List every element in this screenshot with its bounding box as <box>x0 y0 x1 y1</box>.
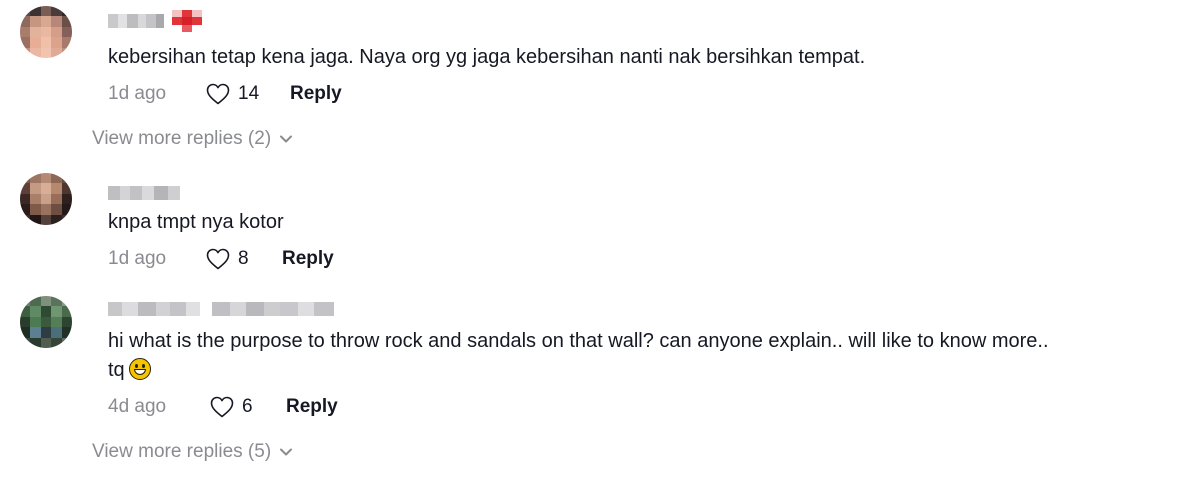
chevron-down-icon <box>280 448 293 456</box>
comment-meta: 1d ago 8 Reply <box>108 246 334 272</box>
avatar[interactable] <box>20 296 72 348</box>
comment-text-continuation: tq <box>108 359 125 381</box>
heart-outline-icon <box>206 248 230 270</box>
like-count: 14 <box>238 83 260 104</box>
country-flag-icon <box>172 10 202 32</box>
comment-text: hi what is the purpose to throw rock and… <box>108 330 1049 352</box>
comment-item: knpa tmpt nya kotor 1d ago 8 Reply <box>0 165 1200 285</box>
comment-text: kebersihan tetap kena jaga. Naya org yg … <box>108 46 866 68</box>
comment-item: hi what is the purpose to throw rock and… <box>0 290 1200 430</box>
comment-time: 1d ago <box>108 83 167 104</box>
avatar[interactable] <box>20 6 72 58</box>
like-button[interactable]: 14 <box>206 83 290 105</box>
reply-button[interactable]: Reply <box>290 83 342 105</box>
comment-meta: 4d ago 6 Reply <box>108 394 338 420</box>
view-more-label: View more replies (5) <box>92 441 272 462</box>
comment-time: 4d ago <box>108 396 167 417</box>
comment-text: knpa tmpt nya kotor <box>108 211 284 233</box>
heart-outline-icon <box>206 83 230 105</box>
avatar[interactable] <box>20 173 72 225</box>
view-more-replies-button[interactable]: View more replies (2) <box>92 128 293 150</box>
grinning-face-emoji-icon <box>128 358 151 380</box>
like-button[interactable]: 8 <box>206 248 282 270</box>
username[interactable] <box>108 14 164 28</box>
username[interactable] <box>108 302 334 316</box>
like-count: 6 <box>242 396 253 417</box>
reply-button[interactable]: Reply <box>286 396 338 418</box>
comment-meta: 1d ago 14 Reply <box>108 81 342 107</box>
comment-time: 1d ago <box>108 248 167 269</box>
view-more-replies-button[interactable]: View more replies (5) <box>92 441 293 463</box>
username[interactable] <box>108 186 180 200</box>
reply-button[interactable]: Reply <box>282 248 334 270</box>
comment-item: kebersihan tetap kena jaga. Naya org yg … <box>0 0 1200 120</box>
like-count: 8 <box>238 248 249 269</box>
chevron-down-icon <box>280 135 293 143</box>
heart-outline-icon <box>210 396 234 418</box>
view-more-label: View more replies (2) <box>92 128 272 149</box>
like-button[interactable]: 6 <box>210 396 286 418</box>
comment-text-line-2: tq <box>108 356 151 384</box>
